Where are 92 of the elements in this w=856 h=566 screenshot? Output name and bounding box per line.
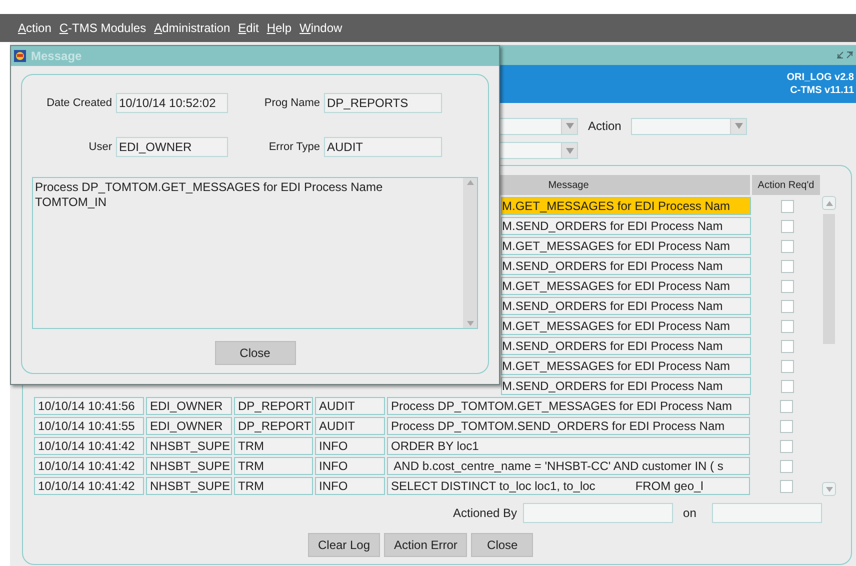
table-cell: 10/10/14 10:41:42: [34, 477, 144, 495]
table-cell[interactable]: M.GET_MESSAGES for EDI Process Nam: [501, 197, 751, 215]
checkbox[interactable]: [780, 240, 794, 252]
table-cell: TRM: [234, 477, 313, 495]
app-icon: [13, 49, 27, 63]
scrollbar[interactable]: [463, 178, 477, 328]
table-cell[interactable]: SELECT DISTINCT to_loc loc1, to_loc FROM geo_l: [387, 477, 750, 495]
table-cell[interactable]: ORDER BY loc1: [387, 437, 750, 455]
scroll-down-icon[interactable]: [826, 486, 832, 492]
message-text-area[interactable]: Process DP_TOMTOM.GET_MESSAGES for EDI Process Name TOMTOM_IN: [32, 177, 478, 329]
table-cell[interactable]: M.SEND_ORDERS for EDI Process Nam: [501, 337, 751, 355]
version-label: C-TMS v11.11: [790, 84, 854, 97]
table-cell[interactable]: M.GET_MESSAGES for EDI Process Nam: [501, 357, 751, 375]
scroll-down-icon[interactable]: [466, 321, 474, 326]
table-cell: INFO: [315, 437, 385, 455]
table-cell: 10/10/14 10:41:42: [34, 457, 144, 475]
table-cell: NHSBT_SUPE: [146, 457, 232, 475]
date-field[interactable]: [712, 503, 822, 523]
checkbox[interactable]: [780, 300, 794, 312]
checkbox[interactable]: [780, 340, 794, 352]
column-header: Action Req'd: [752, 175, 820, 195]
checkbox[interactable]: [780, 460, 792, 472]
table-cell: DP_REPORT: [234, 417, 313, 435]
dropdown-arrow-icon: [566, 123, 574, 129]
dropdown-arrow-icon: [734, 123, 743, 129]
table-cell: AUDIT: [315, 397, 385, 415]
table-cell[interactable]: M.SEND_ORDERS for EDI Process Nam: [501, 217, 751, 235]
checkbox[interactable]: [780, 200, 794, 212]
field-label: Prog Name: [263, 96, 320, 111]
menu-item[interactable]: Help: [266, 19, 292, 37]
dialog-title: Message: [31, 48, 82, 65]
actioned-by-label: Actioned By: [453, 505, 518, 522]
menu-item[interactable]: C-TMS Modules: [59, 19, 146, 37]
scroll-up-icon[interactable]: [466, 180, 474, 185]
table-cell[interactable]: Process DP_TOMTOM.GET_MESSAGES for EDI Process Nam: [387, 397, 750, 415]
table-cell: DP_REPORT: [234, 397, 313, 415]
scroll-up-icon[interactable]: [826, 200, 832, 206]
table-cell: INFO: [315, 477, 385, 495]
table-cell: EDI_OWNER: [146, 397, 232, 415]
table-cell: 10/10/14 10:41:56: [34, 397, 144, 415]
checkbox[interactable]: [780, 400, 792, 412]
table-cell[interactable]: M.SEND_ORDERS for EDI Process Nam: [501, 257, 751, 275]
table-cell[interactable]: Process DP_TOMTOM.SEND_ORDERS for EDI Process Nam: [387, 417, 750, 435]
text-field[interactable]: DP_REPORTS: [324, 93, 442, 113]
menu-item[interactable]: Window: [300, 19, 342, 37]
menu-item[interactable]: Action: [18, 19, 52, 37]
field-label: Error Type: [268, 140, 320, 155]
table-cell: TRM: [234, 457, 313, 475]
minimize-icon[interactable]: [836, 51, 844, 59]
action-button[interactable]: Clear Log: [308, 533, 380, 557]
table-cell[interactable]: M.SEND_ORDERS for EDI Process Nam: [501, 297, 751, 315]
text-field[interactable]: 10/10/14 10:52:02: [116, 93, 228, 113]
checkbox[interactable]: [780, 480, 792, 492]
menu-item[interactable]: Administration: [154, 19, 230, 37]
text-field[interactable]: EDI_OWNER: [116, 137, 228, 157]
scrollbar[interactable]: [821, 196, 837, 496]
table-cell: INFO: [315, 457, 385, 475]
table-cell: NHSBT_SUPE: [146, 437, 232, 455]
table-cell[interactable]: AND b.cost_centre_name = 'NHSBT-CC' AND customer IN ( s: [387, 457, 750, 475]
checkbox[interactable]: [780, 320, 794, 332]
table-cell[interactable]: M.SEND_ORDERS for EDI Process Nam: [501, 377, 751, 395]
dropdown[interactable]: [631, 118, 748, 134]
table-cell: 10/10/14 10:41:42: [34, 437, 144, 455]
checkbox[interactable]: [780, 260, 794, 272]
table-cell: AUDIT: [315, 417, 385, 435]
version-label: ORI_LOG v2.8: [786, 71, 854, 84]
on-label: on: [683, 505, 696, 522]
message-text: Process DP_TOMTOM.GET_MESSAGES for EDI Process Name TOMTOM_IN: [34, 179, 384, 211]
action-button[interactable]: Action Error: [384, 533, 468, 557]
text-field[interactable]: AUDIT: [324, 137, 442, 157]
close-button[interactable]: Close: [214, 341, 296, 365]
checkbox[interactable]: [780, 420, 792, 432]
checkbox[interactable]: [780, 380, 794, 392]
field-label: Date Created: [46, 96, 112, 111]
table-cell: NHSBT_SUPE: [146, 477, 232, 495]
checkbox[interactable]: [780, 440, 792, 452]
actioned-by-field[interactable]: [523, 503, 674, 523]
menu-item[interactable]: Edit: [238, 19, 259, 37]
checkbox[interactable]: [780, 220, 794, 232]
checkbox[interactable]: [780, 280, 794, 292]
table-cell[interactable]: M.GET_MESSAGES for EDI Process Nam: [501, 317, 751, 335]
filter-label: Action: [588, 118, 622, 135]
maximize-icon[interactable]: [846, 51, 854, 59]
table-cell: EDI_OWNER: [146, 417, 232, 435]
field-label: User: [88, 140, 112, 155]
checkbox[interactable]: [780, 360, 794, 372]
action-button[interactable]: Close: [471, 533, 534, 557]
table-cell: TRM: [234, 437, 313, 455]
table-cell: 10/10/14 10:41:55: [34, 417, 144, 435]
table-cell[interactable]: M.GET_MESSAGES for EDI Process Nam: [501, 277, 751, 295]
table-cell[interactable]: M.GET_MESSAGES for EDI Process Nam: [501, 237, 751, 255]
dropdown-arrow-icon: [566, 148, 574, 154]
